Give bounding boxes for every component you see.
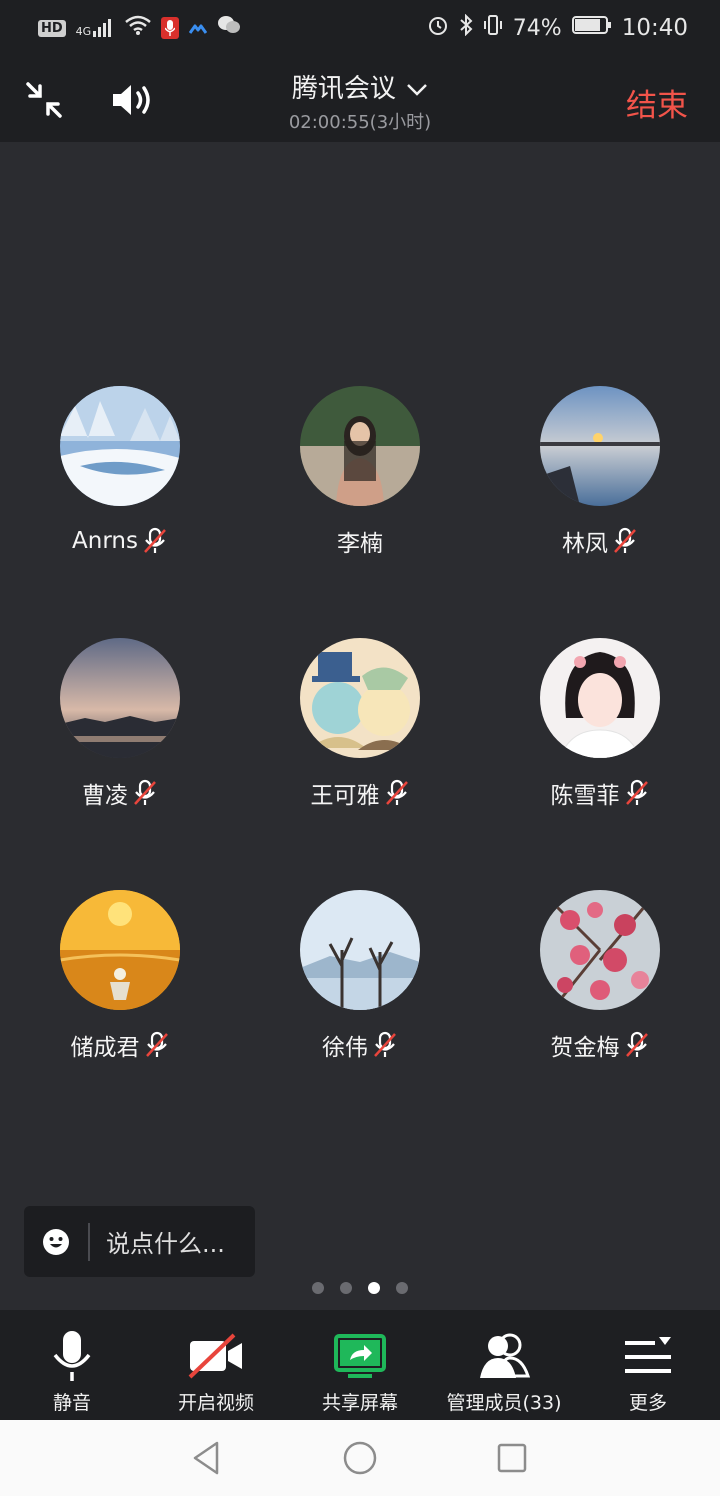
participant-name: 贺金梅 (550, 1035, 620, 1061)
start-video-button[interactable]: 开启视频 (144, 1310, 288, 1420)
participant-tile[interactable]: 陈雪菲 (480, 638, 720, 809)
participant-tile[interactable]: Anrns (0, 386, 240, 556)
chat-divider (88, 1222, 90, 1261)
avatar (540, 386, 660, 506)
avatar (540, 638, 660, 758)
status-left: HD 4G (38, 15, 241, 41)
participant-name-row: Anrns (72, 526, 168, 556)
chat-input[interactable]: 说点什么... (24, 1206, 255, 1277)
wifi-icon (125, 15, 152, 41)
participant-name: 林凤 (562, 531, 608, 557)
mute-label: 静音 (52, 1392, 91, 1414)
mic-muted-icon (625, 1031, 648, 1057)
more-menu-icon (623, 1326, 673, 1386)
manage-members-label: 管理成员(33) (446, 1392, 562, 1414)
home-icon[interactable] (342, 1440, 378, 1476)
participant-tile[interactable]: 储成君 (0, 890, 240, 1061)
mic-muted-icon (374, 1031, 396, 1057)
meeting-header: 腾讯会议 02:00:55(3小时) 结束 (0, 56, 720, 142)
share-screen-label: 共享屏幕 (321, 1392, 398, 1414)
share-screen-icon (334, 1326, 386, 1386)
end-meeting-button[interactable]: 结束 (626, 80, 688, 125)
participant-name-row: 曹凌 (82, 778, 158, 809)
page-indicator (0, 1282, 720, 1294)
participant-name-row: 林凤 (562, 526, 638, 557)
members-icon (476, 1326, 532, 1386)
hd-icon: HD (38, 19, 66, 37)
meeting-toolbar: 静音 开启视频 共享屏幕 管理成员(33) 更多 (0, 1310, 720, 1420)
meeting-title-text: 腾讯会议 (291, 74, 396, 104)
participant-name: 曹凌 (82, 783, 128, 809)
participant-name: 储成君 (70, 1035, 140, 1061)
microphone-icon (52, 1326, 92, 1386)
mic-muted-icon (145, 1031, 168, 1057)
participant-name-row: 王可雅 (310, 778, 410, 809)
avatar (300, 638, 420, 758)
app-icon (188, 16, 208, 41)
more-button[interactable]: 更多 (576, 1310, 720, 1420)
chat-placeholder: 说点什么... (106, 1230, 225, 1258)
back-icon[interactable] (188, 1440, 224, 1476)
mute-button[interactable]: 静音 (0, 1310, 144, 1420)
page-dot-active[interactable] (368, 1282, 380, 1294)
participant-name-row: 徐伟 (322, 1030, 398, 1061)
mic-muted-icon (144, 527, 166, 553)
participant-tile[interactable]: 李楠 (240, 386, 480, 557)
wechat-icon (217, 15, 241, 41)
status-bar: HD 4G 74% 10:40 (0, 0, 720, 56)
vibrate-icon (483, 14, 503, 42)
bluetooth-icon (459, 13, 473, 42)
participant-tile[interactable]: 王可雅 (240, 638, 480, 809)
participant-name-row: 贺金梅 (550, 1030, 650, 1061)
avatar (540, 890, 660, 1010)
participant-name: Anrns (72, 528, 138, 554)
more-label: 更多 (628, 1392, 667, 1414)
alarm-icon (427, 14, 449, 42)
participant-name: 李楠 (337, 531, 383, 557)
emoji-icon[interactable] (42, 1228, 70, 1256)
video-off-icon (188, 1326, 244, 1386)
status-right: 74% 10:40 (427, 13, 688, 42)
recent-apps-icon[interactable] (494, 1440, 530, 1476)
participant-name-row: 储成君 (70, 1030, 170, 1061)
avatar (300, 890, 420, 1010)
avatar (60, 638, 180, 758)
mic-recording-icon (161, 17, 180, 39)
participant-name: 陈雪菲 (550, 783, 620, 809)
battery-percentage: 74% (512, 15, 562, 41)
participant-tile[interactable]: 贺金梅 (480, 890, 720, 1061)
page-dot[interactable] (396, 1282, 408, 1294)
network-type-label: 4G (75, 25, 92, 38)
4g-signal-icon: 4G (76, 19, 116, 37)
chevron-down-icon (407, 83, 428, 96)
manage-members-button[interactable]: 管理成员(33) (432, 1310, 576, 1420)
page-dot[interactable] (340, 1282, 352, 1294)
battery-icon (571, 15, 612, 41)
participant-tile[interactable]: 曹凌 (0, 638, 240, 809)
participant-name-row: 李楠 (337, 526, 383, 557)
mic-muted-icon (614, 527, 636, 553)
avatar (60, 386, 180, 506)
system-nav-bar (0, 1420, 720, 1496)
avatar (60, 890, 180, 1010)
meeting-title[interactable]: 腾讯会议 (0, 68, 720, 105)
avatar (300, 386, 420, 506)
meeting-elapsed-time: 02:00:55(3小时) (288, 112, 432, 133)
participant-name: 徐伟 (322, 1035, 368, 1061)
mic-muted-icon (625, 779, 648, 805)
start-video-label: 开启视频 (177, 1392, 254, 1414)
clock-time: 10:40 (621, 15, 688, 41)
mic-muted-icon (134, 779, 156, 805)
page-dot[interactable] (312, 1282, 324, 1294)
participant-tile[interactable]: 林凤 (480, 386, 720, 557)
share-screen-button[interactable]: 共享屏幕 (288, 1310, 432, 1420)
participant-tile[interactable]: 徐伟 (240, 890, 480, 1061)
participant-name-row: 陈雪菲 (550, 778, 650, 809)
mic-muted-icon (385, 779, 408, 805)
participant-name: 王可雅 (310, 783, 380, 809)
